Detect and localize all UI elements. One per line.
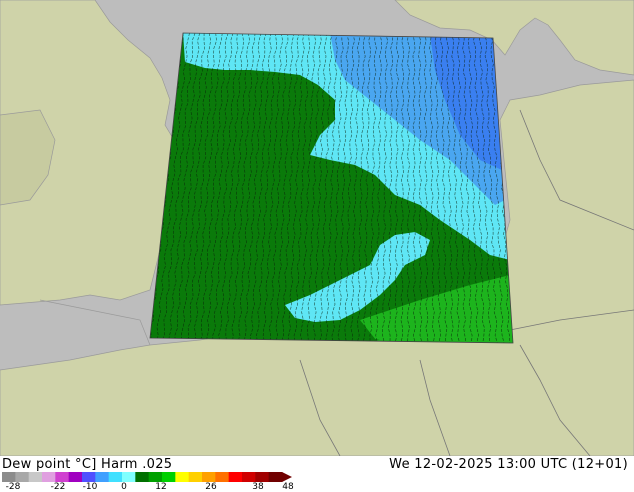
scale-tick: 48 (282, 482, 294, 492)
scale-tick: -10 (82, 482, 98, 492)
scale-swatch (175, 472, 190, 482)
scale-swatch (162, 472, 176, 482)
scale-swatch (202, 472, 216, 482)
scale-arrow-icon (282, 472, 292, 482)
scale-tick: -28 (5, 482, 21, 492)
scale-swatch (188, 472, 203, 482)
scale-swatch (122, 472, 136, 482)
scale-swatch (42, 472, 56, 482)
scale-swatch (255, 472, 270, 482)
scale-tick: 0 (121, 482, 127, 492)
scale-swatch (28, 472, 43, 482)
scale-swatch (148, 472, 163, 482)
scale-swatch (108, 472, 123, 482)
scale-swatch (2, 472, 16, 482)
scale-swatch (215, 472, 230, 482)
scale-swatch (55, 472, 70, 482)
legend-bar: Dew point °C] Harm .025 We 12-02-2025 13… (0, 456, 634, 492)
scale-tick: 12 (155, 482, 167, 492)
scale-swatch (242, 472, 256, 482)
scale-tick: 26 (205, 482, 217, 492)
map-title: Dew point °C] Harm .025 (2, 457, 173, 472)
forecast-field (150, 33, 513, 343)
scale-swatch (135, 472, 150, 482)
scale-swatch (228, 472, 243, 482)
scale-swatch (268, 472, 283, 482)
scale-swatch (68, 472, 83, 482)
color-scale-bar (2, 472, 292, 482)
scale-swatch (82, 472, 96, 482)
scale-tick: 38 (252, 482, 264, 492)
scale-swatch (95, 472, 110, 482)
scale-swatch (15, 472, 30, 482)
weather-map-frame: Dew point °C] Harm .025 We 12-02-2025 13… (0, 0, 634, 492)
dew-point-map (0, 0, 634, 456)
scale-tick: -22 (50, 482, 66, 492)
forecast-datetime: We 12-02-2025 13:00 UTC (12+01) (389, 457, 628, 472)
color-scale: -28 -22 -10 0 12 26 38 48 (0, 472, 300, 492)
